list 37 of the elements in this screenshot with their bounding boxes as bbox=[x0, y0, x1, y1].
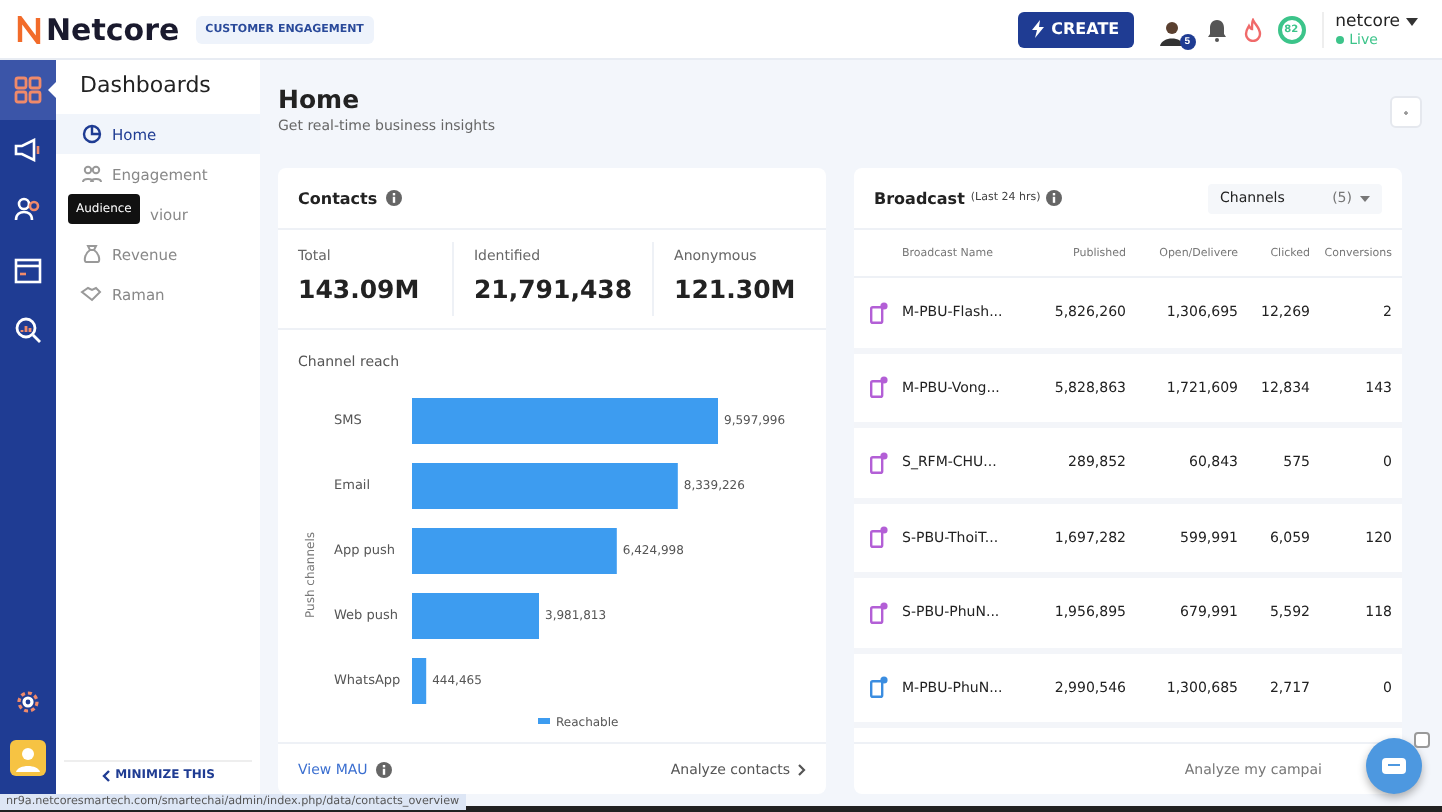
logo-icon bbox=[16, 15, 42, 43]
legend-swatch bbox=[538, 718, 550, 724]
chart-bar bbox=[412, 593, 539, 639]
flame-icon[interactable] bbox=[1243, 17, 1262, 41]
megaphone-icon bbox=[14, 138, 42, 162]
person-icon[interactable] bbox=[1157, 17, 1186, 45]
card-title: Contacts bbox=[298, 189, 378, 207]
grid-icon bbox=[14, 76, 42, 104]
chevron-right-icon bbox=[798, 763, 806, 775]
chevron-left-icon bbox=[101, 769, 110, 781]
search-icon bbox=[14, 316, 42, 344]
account-name[interactable]: netcore bbox=[1335, 11, 1400, 31]
caret-icon[interactable] bbox=[1406, 17, 1418, 25]
page-title: Home bbox=[278, 84, 362, 114]
user-avatar-icon bbox=[10, 740, 46, 776]
sidebar-title: Dashboards bbox=[80, 72, 213, 98]
pie-chart-icon bbox=[81, 124, 101, 144]
info-icon bbox=[385, 190, 402, 206]
stat-value: 121.30M bbox=[674, 274, 798, 304]
lightning-icon bbox=[1031, 20, 1044, 38]
bag-icon bbox=[81, 244, 101, 264]
card-title: Broadcast bbox=[874, 189, 965, 207]
chat-icon bbox=[1382, 757, 1406, 775]
create-button[interactable]: CREATE bbox=[1017, 11, 1134, 47]
stat-value: 143.09M bbox=[298, 274, 422, 304]
info-icon bbox=[375, 761, 392, 777]
people-icon bbox=[81, 164, 101, 184]
people-icon bbox=[14, 196, 42, 224]
bell-icon[interactable] bbox=[1205, 17, 1228, 41]
stat-value: 21,791,438 bbox=[473, 274, 633, 304]
caret-icon bbox=[1360, 195, 1370, 201]
brand-name: Netcore bbox=[46, 11, 180, 47]
chart-bar bbox=[412, 658, 427, 704]
info-icon bbox=[1046, 190, 1063, 206]
status-dot bbox=[1335, 35, 1344, 43]
close-icon[interactable] bbox=[1414, 732, 1430, 748]
browser-window-icon bbox=[14, 257, 42, 283]
